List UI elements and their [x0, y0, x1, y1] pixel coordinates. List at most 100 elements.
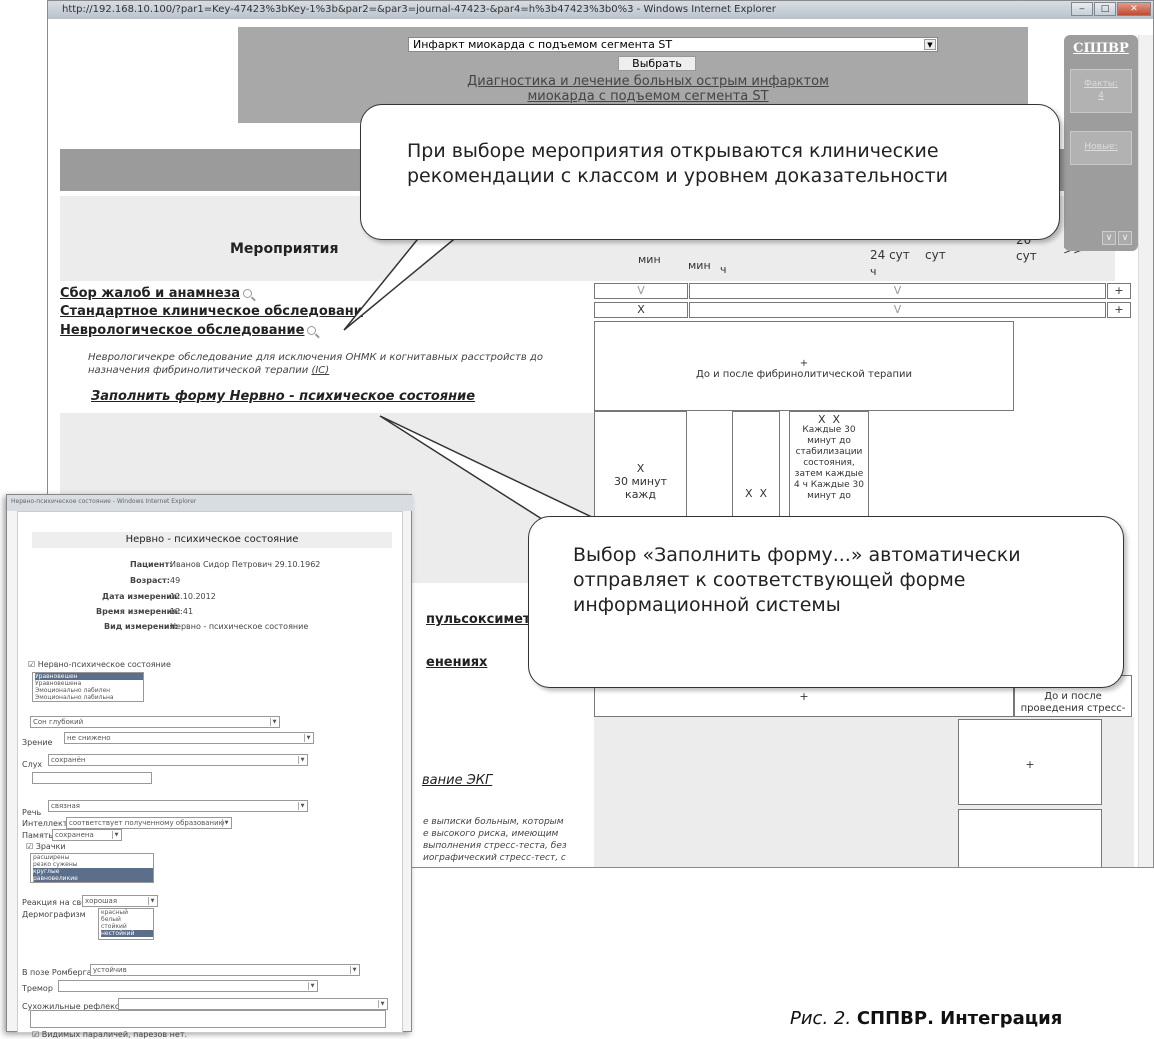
sppvr-title[interactable]: СППВР — [1064, 41, 1138, 56]
mark-x: X — [744, 487, 753, 500]
minimize-button[interactable]: ‒ — [1071, 2, 1093, 16]
row-clinical[interactable]: Стандартное клиническое обследовани — [60, 304, 363, 319]
stress-desc-1: е выписки больным, которым — [423, 817, 564, 827]
stress-desc-2: е высокого риска, имеющим — [423, 829, 559, 839]
row-neuro[interactable]: Неврологическое обследование — [60, 323, 317, 338]
sleep-value: Сон глубокий — [33, 718, 84, 726]
scrollbar[interactable] — [1138, 35, 1153, 867]
speech-select[interactable]: связная ▼ — [48, 800, 308, 812]
memory-value: сохранена — [55, 831, 94, 839]
time-col-6: сут — [925, 248, 946, 262]
light-select[interactable]: хорошая ▼ — [82, 895, 158, 907]
tremor-select[interactable]: ▼ — [58, 980, 318, 992]
light-label: Реакция на свет — [22, 898, 91, 907]
ecg-plus-cell: + — [958, 719, 1102, 805]
cell-x: X — [594, 302, 688, 318]
vision-select[interactable]: не снижено ▼ — [64, 732, 314, 744]
pupils-option[interactable]: расширены — [33, 854, 153, 861]
np-label-text: Нервно-психическое состояние — [37, 660, 171, 669]
tendon-extra-input[interactable] — [30, 1010, 386, 1028]
dermo-list[interactable]: красный белый стойкий нестойкий — [98, 908, 154, 940]
chevron-down-icon: ▼ — [378, 1000, 386, 1008]
speech-label: Речь — [22, 808, 42, 817]
add-button[interactable]: + — [1107, 302, 1131, 318]
magnifier-icon[interactable] — [307, 326, 317, 335]
paralysis-checkbox[interactable]: ☑ Видимых параличей, парезов нет. — [32, 1030, 187, 1039]
guideline-link[interactable]: Диагностика и лечение больных острым инф… — [408, 74, 888, 104]
checkbox-icon[interactable]: ☑ — [32, 1030, 39, 1039]
disease-select[interactable]: Инфаркт миокарда с подъемом сегмента ST … — [408, 37, 938, 52]
cell-x30: X 30 минут кажд — [594, 411, 687, 521]
time-value: 12:41 — [170, 607, 194, 616]
maximize-button[interactable]: □ — [1094, 2, 1116, 16]
pupils-option[interactable]: резко сужены — [33, 861, 153, 868]
neuro-cell: + До и после фибринолитической терапии — [594, 321, 1014, 411]
add-button[interactable]: + — [1107, 283, 1131, 299]
neuro-desc-line2: назначения фибринолитической терапии — [88, 365, 309, 376]
chevron-down-icon: ▼ — [308, 982, 316, 990]
figure-caption: Рис. 2. СППВР. Интеграция — [790, 1008, 1062, 1029]
chevron-down-icon: ▼ — [222, 819, 230, 827]
mark-kazh: кажд — [625, 488, 656, 501]
np-label: ☑ Нервно-психическое состояние — [28, 660, 171, 669]
magnifier-icon[interactable] — [243, 289, 253, 298]
row-changes[interactable]: енениях — [426, 655, 487, 670]
dermo-option[interactable]: красный — [101, 909, 153, 916]
np-option[interactable]: Эмоционально лабильна — [35, 694, 143, 701]
hearing-label: Слух — [22, 760, 43, 769]
pupils-option[interactable]: равновеликие — [33, 875, 153, 882]
time-col-1: мин — [638, 253, 661, 266]
guideline-link-line2: миокарда с подъемом сегмента ST — [527, 89, 769, 104]
dermo-option[interactable]: белый — [101, 916, 153, 923]
panel-toggle-2[interactable]: ∨ — [1118, 231, 1132, 245]
caption-title: СППВР. Интеграция — [856, 1008, 1063, 1029]
romberg-value: устойчив — [93, 966, 127, 974]
measures-header: Мероприятия — [230, 241, 339, 257]
age-value: 49 — [170, 576, 181, 585]
fill-form-link[interactable]: Заполнить форму Нервно - психическое сос… — [91, 389, 475, 404]
facts-count: 4 — [1098, 91, 1104, 101]
intellect-value: соответствует полученному образованию — [69, 819, 225, 827]
evidence-link[interactable]: (IC) — [311, 365, 329, 376]
tendon-select[interactable]: ▼ — [118, 998, 388, 1010]
cell-v: V — [689, 302, 1106, 318]
row-complaints[interactable]: Сбор жалоб и анамнеза — [60, 286, 253, 301]
dermo-option[interactable]: стойкий — [101, 923, 153, 930]
new-facts-box[interactable]: Новые: — [1070, 131, 1132, 165]
row-pulse[interactable]: пульсоксиметр — [426, 612, 540, 627]
vision-value: не снижено — [67, 734, 111, 742]
np-option[interactable]: Уравновешена — [35, 680, 143, 687]
facts-box[interactable]: Факты: 4 — [1070, 69, 1132, 113]
row-clinical-label: Стандартное клиническое обследовани — [60, 304, 363, 319]
np-list[interactable]: Уравновешен Уравновешена Эмоционально ла… — [32, 672, 144, 702]
chevron-down-icon: ▼ — [148, 897, 156, 905]
stress-desc-4: иографический стресс-тест, с — [423, 853, 566, 863]
romberg-select[interactable]: устойчив ▼ — [90, 964, 360, 976]
hearing-extra-input[interactable] — [32, 772, 152, 784]
checkbox-icon[interactable]: ☑ — [28, 660, 35, 669]
form-window: Нервно-психическое состояние - Windows I… — [6, 494, 413, 1039]
intellect-select[interactable]: соответствует полученному образованию ▼ — [66, 817, 232, 829]
chevron-down-icon: ▼ — [350, 966, 358, 974]
kind-value: Нервно - психическое состояние — [170, 622, 309, 631]
pupils-list[interactable]: расширены резко сужены круглые равновели… — [30, 853, 154, 883]
dermo-option[interactable]: нестойкий — [101, 930, 153, 937]
sleep-select[interactable]: Сон глубокий ▼ — [30, 716, 280, 728]
pupils-label: ☑ Зрачки — [26, 842, 66, 851]
hearing-value: сохранён — [51, 756, 86, 764]
pupils-option[interactable]: круглые — [33, 868, 153, 875]
memory-select[interactable]: сохранена ▼ — [52, 829, 122, 841]
chevron-down-icon: ▼ — [304, 734, 312, 742]
np-option[interactable]: Уравновешен — [35, 673, 143, 680]
select-button[interactable]: Выбрать — [618, 56, 696, 71]
hearing-select[interactable]: сохранён ▼ — [48, 754, 308, 766]
checkbox-icon[interactable]: ☑ — [26, 842, 33, 851]
np-option[interactable]: Эмоционально лабилен — [35, 687, 143, 694]
panel-toggle-1[interactable]: ∨ — [1102, 231, 1116, 245]
callout-bottom: Выбор «Заполнить форму...» автоматически… — [528, 516, 1124, 688]
time-col-2: мин — [688, 259, 711, 272]
neuro-description: Неврологичекре обследование для исключен… — [88, 351, 598, 377]
close-button[interactable]: ✕ — [1117, 2, 1151, 16]
patient-label: Пациент: — [130, 560, 173, 569]
row-ecg[interactable]: вание ЭКГ — [422, 773, 492, 788]
